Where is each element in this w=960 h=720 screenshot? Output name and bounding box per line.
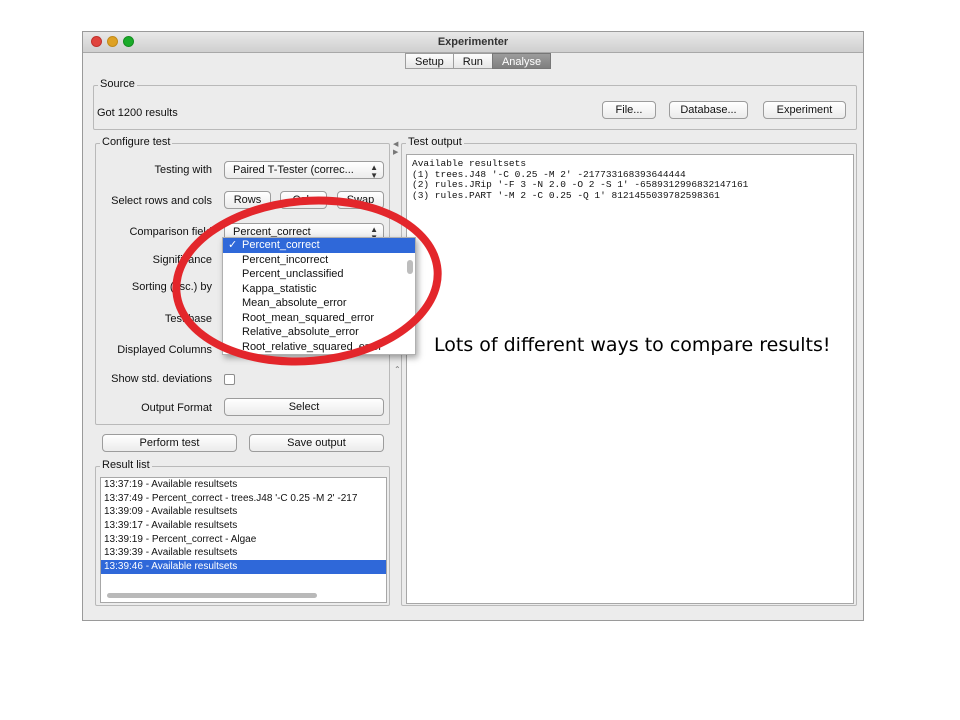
- show-std-deviations-label: Show std. deviations: [111, 373, 212, 385]
- output-format-select-button[interactable]: Select: [224, 398, 384, 416]
- source-status: Got 1200 results: [97, 107, 178, 119]
- splitter-left-arrow-icon[interactable]: ◀: [393, 140, 398, 148]
- result-list-item-selected[interactable]: 13:39:46 - Available resultsets: [101, 560, 386, 574]
- tab-analyse[interactable]: Analyse: [491, 53, 552, 69]
- up-down-arrows-icon: ▲▼: [370, 163, 378, 180]
- test-output-group: Test output Available resultsets (1) tre…: [401, 136, 857, 606]
- save-output-button[interactable]: Save output: [249, 434, 384, 452]
- testing-with-select[interactable]: Paired T-Tester (correc... ▲ ▼: [224, 161, 384, 180]
- title-bar[interactable]: Experimenter: [83, 32, 863, 53]
- result-list-legend: Result list: [100, 459, 152, 471]
- tab-setup[interactable]: Setup: [405, 53, 454, 69]
- source-legend: Source: [98, 78, 137, 90]
- result-list-item[interactable]: 13:39:19 - Percent_correct - Algae: [101, 533, 386, 547]
- result-list-item[interactable]: 13:37:19 - Available resultsets: [101, 478, 386, 492]
- result-list-item[interactable]: 13:37:49 - Percent_correct - trees.J48 '…: [101, 492, 386, 506]
- test-output-line: (2) rules.JRip '-F 3 -N 2.0 -O 2 -S 1' -…: [412, 179, 749, 190]
- displayed-columns-label: Displayed Columns: [117, 344, 212, 356]
- splitter-right-arrow-icon[interactable]: ▶: [393, 148, 398, 156]
- result-list-group: Result list 13:37:19 - Available results…: [95, 459, 390, 606]
- result-list-item[interactable]: 13:39:09 - Available resultsets: [101, 505, 386, 519]
- output-format-label: Output Format: [141, 402, 212, 414]
- comparison-field-label: Comparison field: [129, 226, 212, 238]
- show-std-deviations-checkbox[interactable]: [224, 374, 235, 385]
- test-output-area[interactable]: Available resultsets (1) trees.J48 '-C 0…: [406, 154, 854, 604]
- tab-bar: Setup Run Analyse: [405, 53, 552, 70]
- source-group: Source Got 1200 results File... Database…: [93, 78, 857, 130]
- perform-test-button[interactable]: Perform test: [102, 434, 237, 452]
- result-list-item[interactable]: 13:39:39 - Available resultsets: [101, 546, 386, 560]
- result-list-item[interactable]: 13:39:17 - Available resultsets: [101, 519, 386, 533]
- configure-test-legend: Configure test: [100, 136, 173, 148]
- test-output-line: Available resultsets: [412, 158, 527, 169]
- result-list[interactable]: 13:37:19 - Available resultsets 13:37:49…: [100, 477, 387, 603]
- tab-run[interactable]: Run: [452, 53, 493, 69]
- testing-with-label: Testing with: [154, 164, 212, 176]
- select-rows-cols-label: Select rows and cols: [111, 195, 212, 207]
- file-button[interactable]: File...: [602, 101, 656, 119]
- database-button[interactable]: Database...: [669, 101, 748, 119]
- splitter-handle-icon[interactable]: ⌃: [394, 365, 401, 374]
- test-output-legend: Test output: [406, 136, 464, 148]
- test-output-line: (3) rules.PART '-M 2 -C 0.25 -Q 1' 81214…: [412, 189, 720, 201]
- window-title: Experimenter: [437, 36, 509, 48]
- annotation-caption: Lots of different ways to compare result…: [434, 334, 831, 356]
- result-list-horizontal-scrollbar[interactable]: [107, 593, 317, 598]
- experiment-button[interactable]: Experiment: [763, 101, 846, 119]
- testing-with-value: Paired T-Tester (correc...: [233, 164, 354, 176]
